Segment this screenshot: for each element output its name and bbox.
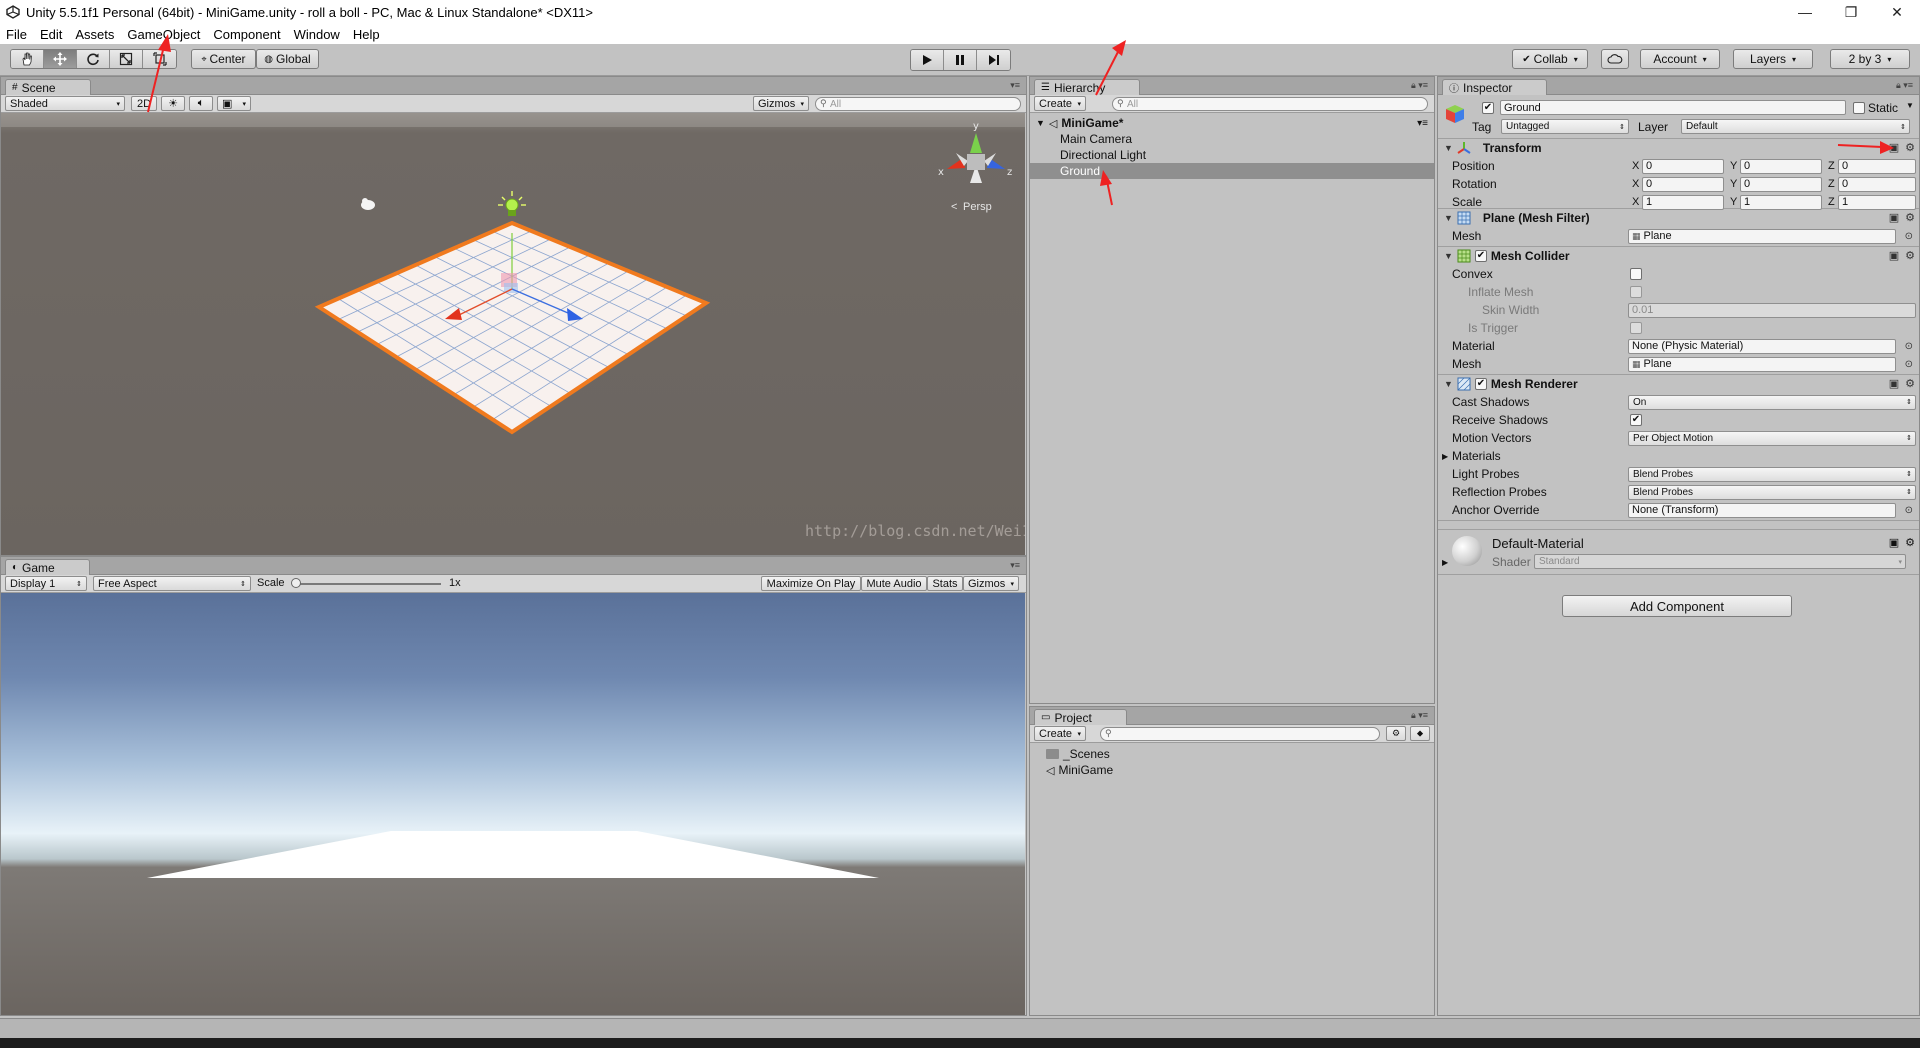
annotation-overlay (147, 34, 1894, 206)
annotation-arrow-icon (1095, 40, 1126, 96)
annotation-arrow-icon (147, 34, 171, 113)
annotation-arrow-icon (1100, 170, 1113, 206)
annotation-arrow-icon (1837, 141, 1894, 154)
